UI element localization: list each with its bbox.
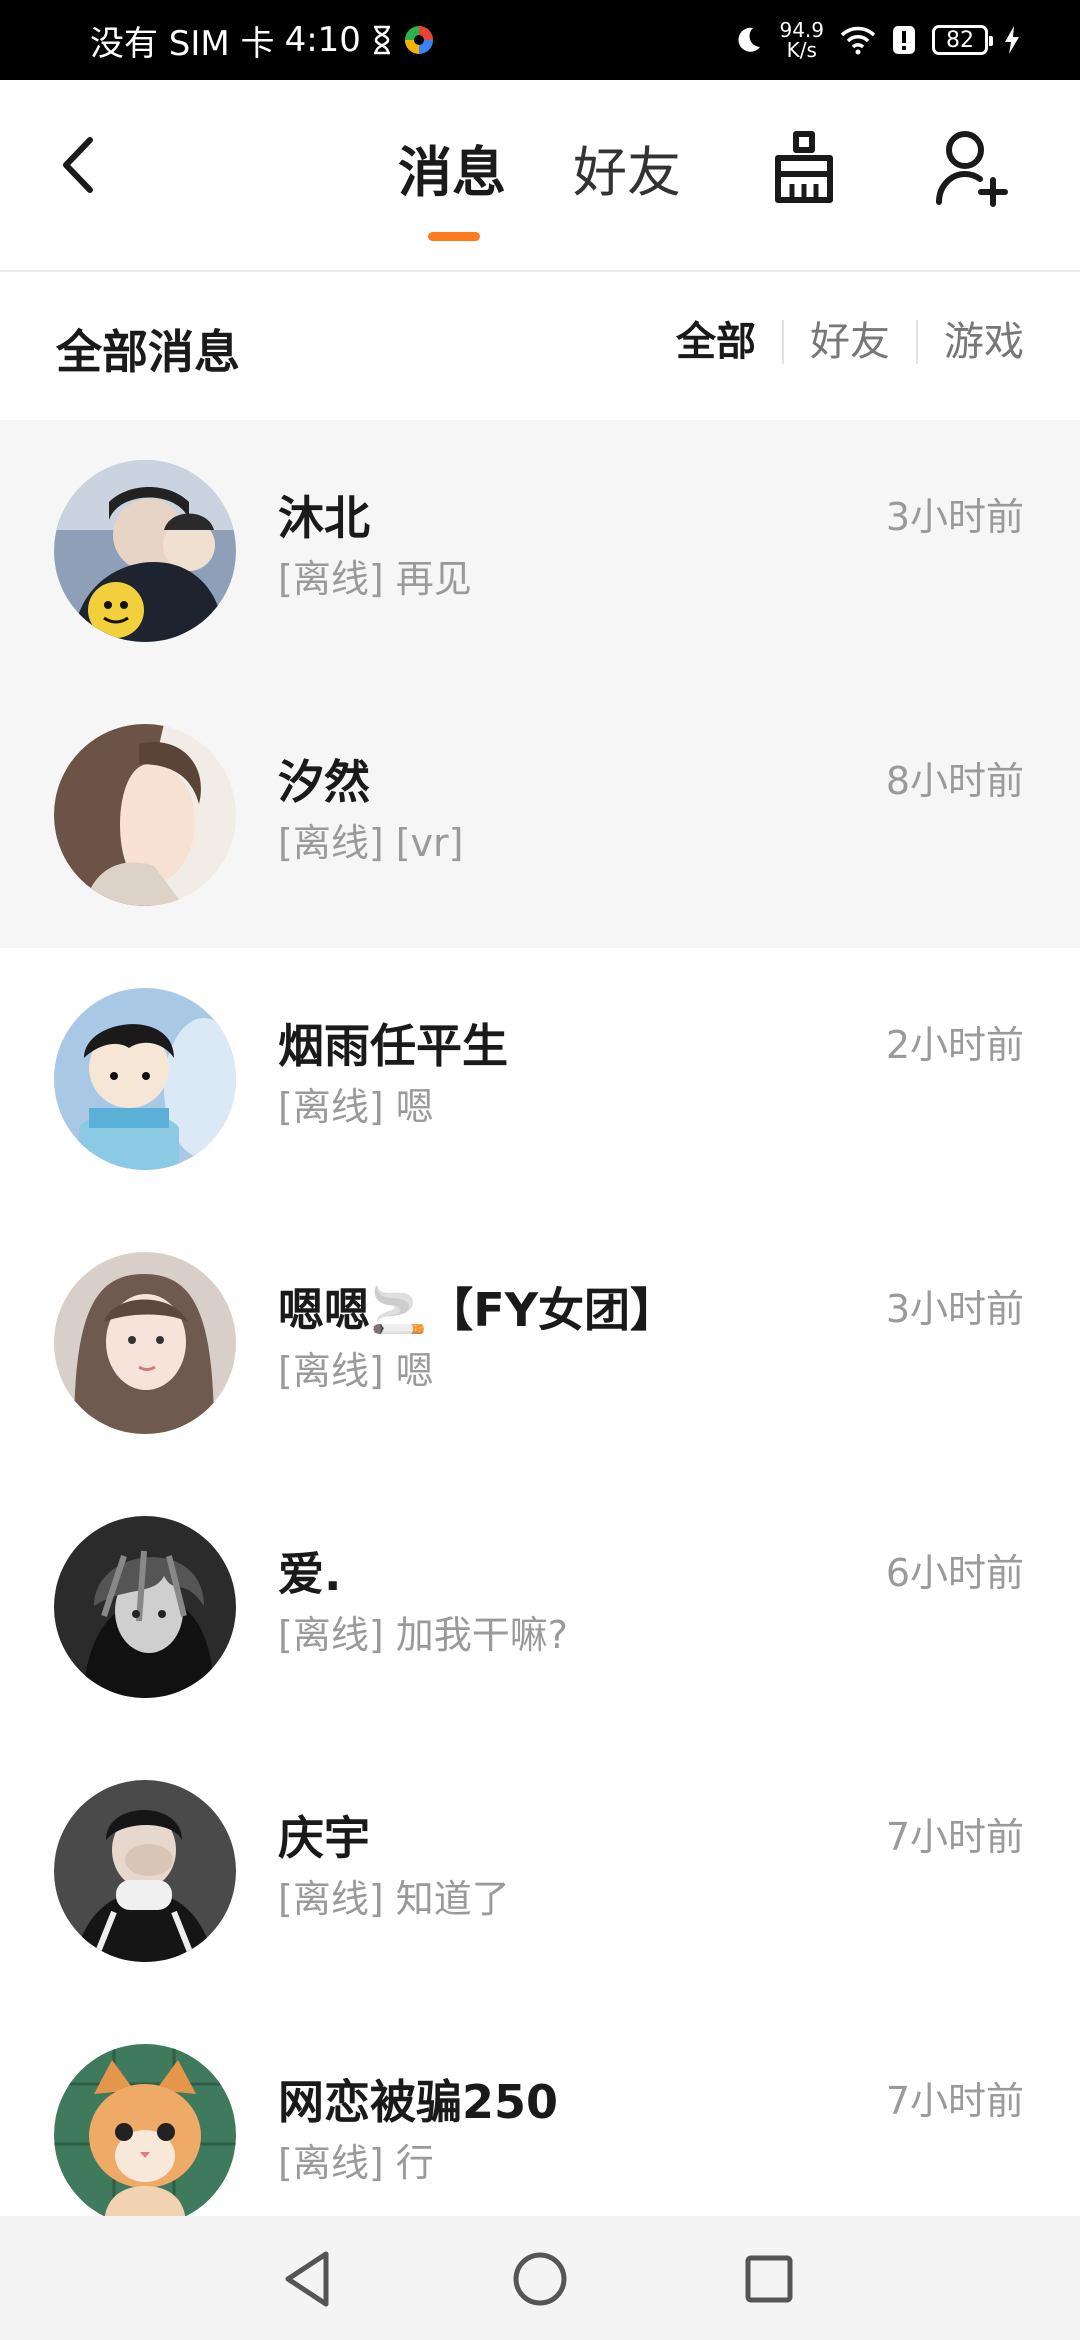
- message-row[interactable]: 烟雨任平生 [离线] 嗯 2小时前: [0, 948, 1080, 1212]
- message-list: 沐北 [离线] 再见 3小时前 汐然 [离线] [vr] 8小时前 烟雨任平生 …: [0, 420, 1080, 2268]
- wifi-icon: [840, 26, 876, 55]
- message-row[interactable]: 沐北 [离线] 再见 3小时前: [0, 420, 1080, 684]
- tab-friends[interactable]: 好友: [573, 128, 681, 207]
- back-triangle-icon[interactable]: [276, 2246, 342, 2312]
- clean-broom-icon[interactable]: [768, 128, 840, 208]
- app-notification-icon: [404, 26, 433, 54]
- filter-games[interactable]: 游戏: [916, 320, 1024, 364]
- filter-options: 全部 好友 游戏: [676, 320, 1024, 364]
- network-speed: 94.9 K/s: [779, 20, 824, 60]
- battery-indicator: 82: [932, 25, 993, 55]
- clock: 4:10: [284, 20, 361, 60]
- message-time: 2小时前: [885, 1023, 1024, 1067]
- active-tab-indicator: [428, 232, 480, 241]
- message-row[interactable]: 嗯嗯🚬【FY女团】 [离线] 嗯 3小时前: [0, 1212, 1080, 1476]
- contact-name: 汐然: [278, 755, 370, 809]
- message-preview: [离线] 行: [278, 2141, 434, 2185]
- filter-all[interactable]: 全部: [676, 320, 782, 364]
- filter-friends[interactable]: 好友: [782, 320, 916, 364]
- message-row[interactable]: 汐然 [离线] [vr] 8小时前: [0, 684, 1080, 948]
- back-icon[interactable]: [50, 130, 110, 200]
- filter-row: 全部消息 全部 好友 游戏: [0, 272, 1080, 420]
- contact-name: 庆宇: [278, 1811, 370, 1865]
- message-preview: [离线] 再见: [278, 557, 472, 601]
- add-friend-icon[interactable]: [935, 128, 1011, 208]
- contact-name: 沐北: [278, 491, 370, 545]
- battery-level: 82: [946, 27, 974, 53]
- message-preview: [离线] 嗯: [278, 1085, 434, 1129]
- message-time: 6小时前: [885, 1551, 1024, 1595]
- contact-name: 嗯嗯🚬【FY女团】: [278, 1283, 677, 1337]
- contact-name: 网恋被骗250: [278, 2075, 559, 2129]
- net-speed-unit: K/s: [786, 38, 817, 62]
- home-circle-icon[interactable]: [507, 2246, 573, 2312]
- avatar[interactable]: [54, 2044, 236, 2226]
- moon-icon: [738, 27, 761, 52]
- avatar[interactable]: [54, 460, 236, 642]
- message-time: 3小时前: [885, 1287, 1024, 1331]
- avatar[interactable]: [54, 724, 236, 906]
- carrier-label: 没有 SIM 卡: [90, 23, 275, 64]
- message-time: 7小时前: [885, 2079, 1024, 2123]
- contact-name: 爱.: [278, 1547, 342, 1601]
- net-speed-value: 94.9: [779, 18, 824, 42]
- message-row[interactable]: 庆宇 [离线] 知道了 7小时前: [0, 1740, 1080, 2004]
- message-preview: [离线] 嗯: [278, 1349, 434, 1393]
- avatar[interactable]: [54, 1252, 236, 1434]
- system-nav-bar: [0, 2216, 1080, 2340]
- message-row[interactable]: 爱. [离线] 加我干嘛? 6小时前: [0, 1476, 1080, 1740]
- message-preview: [离线] [vr]: [278, 821, 464, 865]
- recents-square-icon[interactable]: [736, 2246, 802, 2312]
- contact-name: 烟雨任平生: [278, 1019, 508, 1073]
- status-bar: 没有 SIM 卡 4:10 94.9 K/s 82: [0, 0, 1080, 80]
- message-preview: [离线] 加我干嘛?: [278, 1613, 568, 1657]
- message-preview: [离线] 知道了: [278, 1877, 510, 1921]
- top-nav: 消息 好友: [0, 80, 1080, 272]
- avatar[interactable]: [54, 1516, 236, 1698]
- message-time: 7小时前: [885, 1815, 1024, 1859]
- tab-messages[interactable]: 消息: [398, 128, 506, 207]
- avatar[interactable]: [54, 1780, 236, 1962]
- section-title: 全部消息: [56, 325, 240, 379]
- message-time: 8小时前: [885, 759, 1024, 803]
- hourglass-icon: [373, 25, 390, 55]
- avatar[interactable]: [54, 988, 236, 1170]
- charging-icon: [1005, 26, 1019, 54]
- message-time: 3小时前: [885, 495, 1024, 539]
- alert-icon: [893, 26, 915, 54]
